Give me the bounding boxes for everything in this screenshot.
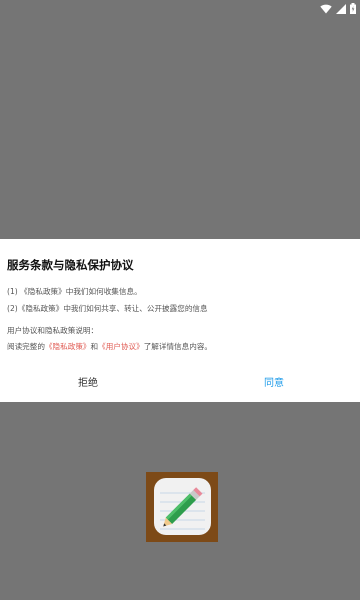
- privacy-item-share: (2)《隐私政策》中我们如何共享、转让、公开披露您的信息: [7, 303, 208, 314]
- agree-button[interactable]: 同意: [264, 374, 284, 389]
- read-suffix: 了解详情信息内容。: [143, 342, 213, 351]
- app-icon: [146, 472, 218, 542]
- read-full-text: 阅读完整的《隐私政策》和《用户协议》了解详情信息内容。: [7, 341, 212, 352]
- item-number: (2): [7, 304, 18, 313]
- user-agreement-link[interactable]: 《用户协议》: [98, 342, 144, 351]
- privacy-item-collect: (1) 《隐私政策》中我们如何收集信息。: [7, 286, 142, 297]
- privacy-policy-link[interactable]: 《隐私政策》: [45, 342, 91, 351]
- screen: 服务条款与隐私保护协议 (1) 《隐私政策》中我们如何收集信息。 (2)《隐私政…: [0, 0, 360, 600]
- wifi-icon: [320, 4, 332, 14]
- privacy-dialog: 服务条款与隐私保护协议 (1) 《隐私政策》中我们如何收集信息。 (2)《隐私政…: [0, 239, 360, 402]
- agreement-heading: 用户协议和隐私政策说明：: [7, 326, 99, 335]
- item-text: 中我们如何收集信息。: [65, 287, 142, 296]
- reject-button[interactable]: 拒绝: [78, 374, 98, 389]
- pencil-notepad-icon: [160, 487, 205, 530]
- dialog-actions: 拒绝 同意: [0, 374, 360, 394]
- privacy-policy-link[interactable]: 《隐私政策》: [20, 287, 66, 296]
- and-text: 和: [90, 342, 99, 351]
- item-text: 中我们如何共享、转让、公开披露您的信息: [63, 304, 208, 313]
- dialog-title: 服务条款与隐私保护协议: [7, 258, 134, 272]
- status-bar: [0, 0, 360, 18]
- battery-icon: [350, 3, 356, 14]
- notepad-card: [154, 478, 211, 535]
- status-icons: [320, 3, 356, 14]
- privacy-policy-link[interactable]: 《隐私政策》: [18, 304, 64, 313]
- signal-icon: [336, 3, 346, 14]
- item-number: (1): [7, 287, 21, 296]
- read-prefix: 阅读完整的: [7, 342, 45, 351]
